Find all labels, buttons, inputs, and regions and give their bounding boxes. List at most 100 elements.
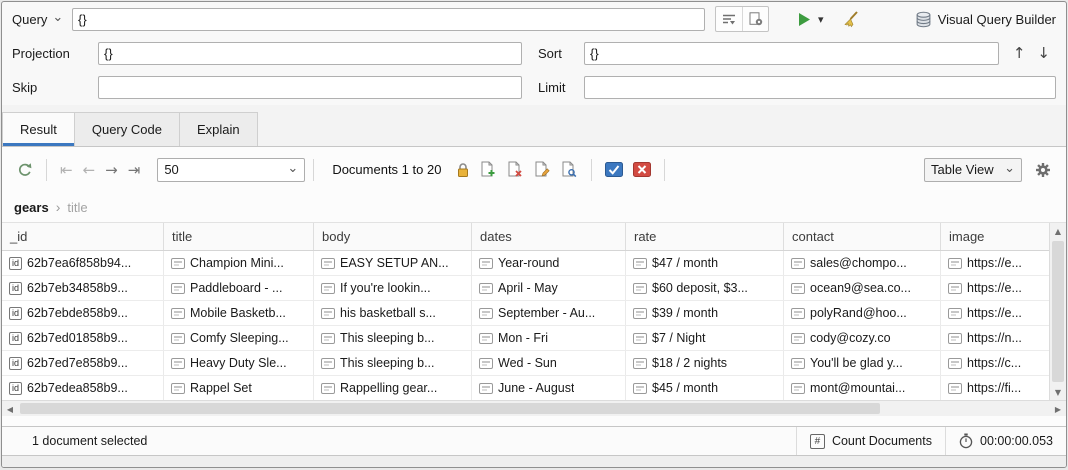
- column-header-contact[interactable]: contact: [784, 223, 941, 250]
- query-settings-button[interactable]: [742, 7, 768, 31]
- scroll-up-icon[interactable]: ▲: [1050, 223, 1066, 239]
- cell-image[interactable]: https://fi...: [941, 376, 1049, 400]
- discard-changes-button[interactable]: [628, 162, 656, 177]
- cell-dates[interactable]: Year-round: [472, 251, 626, 275]
- next-page-button[interactable]: →: [100, 161, 123, 179]
- cell-image[interactable]: https://c...: [941, 351, 1049, 375]
- cell-image[interactable]: https://n...: [941, 326, 1049, 350]
- lock-icon: [458, 162, 469, 177]
- query-mode-dropdown[interactable]: Query ⌄: [12, 10, 72, 27]
- visual-query-builder-button[interactable]: Visual Query Builder: [915, 11, 1056, 28]
- lock-toggle-button[interactable]: [451, 162, 475, 178]
- settings-button[interactable]: [1030, 162, 1056, 178]
- cell-body[interactable]: This sleeping b...: [314, 326, 472, 350]
- projection-input[interactable]: [98, 41, 522, 65]
- table-row[interactable]: id 62b7edea858b9... Rappel Set Rappelling…: [2, 376, 1049, 400]
- tab-explain[interactable]: Explain: [178, 112, 258, 146]
- horizontal-scrollbar[interactable]: ◀ ▶: [2, 400, 1066, 416]
- refresh-button[interactable]: [12, 162, 38, 178]
- last-page-button[interactable]: ⇥: [123, 161, 146, 179]
- cell-body[interactable]: If you're lookin...: [314, 276, 472, 300]
- remove-document-button[interactable]: [502, 161, 529, 178]
- scroll-left-icon[interactable]: ◀: [2, 401, 18, 417]
- apply-changes-button[interactable]: [600, 162, 628, 177]
- cell-rate[interactable]: $60 deposit, $3...: [626, 276, 784, 300]
- clear-query-button[interactable]: [842, 10, 859, 28]
- tab-query-code[interactable]: Query Code: [73, 112, 180, 146]
- scroll-right-icon[interactable]: ▶: [1050, 401, 1066, 417]
- cell-dates[interactable]: September - Au...: [472, 301, 626, 325]
- column-header-image[interactable]: image: [941, 223, 1049, 250]
- cell-rate[interactable]: $45 / month: [626, 376, 784, 400]
- sort-input[interactable]: [584, 41, 999, 65]
- table-row[interactable]: id 62b7eb34858b9... Paddleboard - ... If …: [2, 276, 1049, 301]
- column-header-title[interactable]: title: [164, 223, 314, 250]
- run-options-dropdown-icon[interactable]: ▾: [818, 13, 824, 26]
- sort-ascending-button[interactable]: ↑: [1007, 44, 1032, 62]
- cell-body[interactable]: Rappelling gear...: [314, 376, 472, 400]
- cell-contact[interactable]: cody@cozy.co: [784, 326, 941, 350]
- count-documents-button[interactable]: # Count Documents: [795, 427, 945, 455]
- cell-rate[interactable]: $7 / Night: [626, 326, 784, 350]
- cell-title[interactable]: Comfy Sleeping...: [164, 326, 314, 350]
- table-row[interactable]: id 62b7ed01858b9... Comfy Sleeping... Thi…: [2, 326, 1049, 351]
- column-header-rate[interactable]: rate: [626, 223, 784, 250]
- projection-label: Projection: [12, 45, 70, 61]
- previous-page-button[interactable]: ←: [78, 161, 101, 179]
- cell-id[interactable]: id 62b7ebde858b9...: [2, 301, 164, 325]
- cell-dates[interactable]: June - August: [472, 376, 626, 400]
- cell-dates[interactable]: Mon - Fri: [472, 326, 626, 350]
- cell-rate[interactable]: $39 / month: [626, 301, 784, 325]
- vertical-scrollbar-thumb[interactable]: [1052, 241, 1064, 382]
- page-size-dropdown[interactable]: 50 ⌄: [157, 157, 306, 182]
- view-mode-dropdown[interactable]: Table View ⌄: [924, 157, 1022, 182]
- cell-id[interactable]: id 62b7ed01858b9...: [2, 326, 164, 350]
- sort-descending-button[interactable]: ↓: [1031, 44, 1056, 62]
- table-row[interactable]: id 62b7ea6f858b94... Champion Mini... EAS…: [2, 251, 1049, 276]
- table-row[interactable]: id 62b7ed7e858b9... Heavy Duty Sle... Thi…: [2, 351, 1049, 376]
- cell-body[interactable]: This sleeping b...: [314, 351, 472, 375]
- cell-rate[interactable]: $18 / 2 nights: [626, 351, 784, 375]
- cell-image[interactable]: https://e...: [941, 251, 1049, 275]
- cell-contact[interactable]: ocean9@sea.co...: [784, 276, 941, 300]
- vertical-scrollbar[interactable]: ▲ ▼: [1049, 223, 1066, 400]
- column-header-body[interactable]: body: [314, 223, 472, 250]
- cell-dates[interactable]: April - May: [472, 276, 626, 300]
- cell-title[interactable]: Champion Mini...: [164, 251, 314, 275]
- cell-image[interactable]: https://e...: [941, 301, 1049, 325]
- table-row[interactable]: id 62b7ebde858b9... Mobile Basketb... his…: [2, 301, 1049, 326]
- cell-contact[interactable]: polyRand@hoo...: [784, 301, 941, 325]
- cell-image[interactable]: https://e...: [941, 276, 1049, 300]
- scrollbar-track[interactable]: [880, 401, 1050, 416]
- cell-contact[interactable]: sales@chompo...: [784, 251, 941, 275]
- tab-result[interactable]: Result: [2, 112, 75, 146]
- add-document-button[interactable]: [475, 161, 502, 178]
- skip-input[interactable]: [98, 76, 522, 99]
- cell-title[interactable]: Paddleboard - ...: [164, 276, 314, 300]
- cell-body[interactable]: his basketball s...: [314, 301, 472, 325]
- run-query-button[interactable]: [797, 12, 812, 27]
- column-header-id[interactable]: _id: [2, 223, 164, 250]
- cell-title[interactable]: Heavy Duty Sle...: [164, 351, 314, 375]
- horizontal-scrollbar-thumb[interactable]: [20, 403, 880, 414]
- cell-id[interactable]: id 62b7edea858b9...: [2, 376, 164, 400]
- cell-dates[interactable]: Wed - Sun: [472, 351, 626, 375]
- column-header-dates[interactable]: dates: [472, 223, 626, 250]
- cell-contact[interactable]: mont@mountai...: [784, 376, 941, 400]
- query-input[interactable]: [72, 7, 705, 31]
- limit-input[interactable]: [584, 76, 1056, 99]
- cell-title[interactable]: Mobile Basketb...: [164, 301, 314, 325]
- cell-title[interactable]: Rappel Set: [164, 376, 314, 400]
- cell-contact[interactable]: You'll be glad y...: [784, 351, 941, 375]
- cell-id[interactable]: id 62b7ed7e858b9...: [2, 351, 164, 375]
- cell-id[interactable]: id 62b7eb34858b9...: [2, 276, 164, 300]
- scroll-down-icon[interactable]: ▼: [1050, 384, 1066, 400]
- cell-text: EASY SETUP AN...: [340, 256, 449, 270]
- first-page-button[interactable]: ⇤: [55, 161, 78, 179]
- query-fields-button[interactable]: [716, 7, 742, 31]
- edit-document-button[interactable]: [529, 161, 556, 178]
- cell-rate[interactable]: $47 / month: [626, 251, 784, 275]
- view-document-button[interactable]: [556, 161, 583, 178]
- cell-body[interactable]: EASY SETUP AN...: [314, 251, 472, 275]
- cell-id[interactable]: id 62b7ea6f858b94...: [2, 251, 164, 275]
